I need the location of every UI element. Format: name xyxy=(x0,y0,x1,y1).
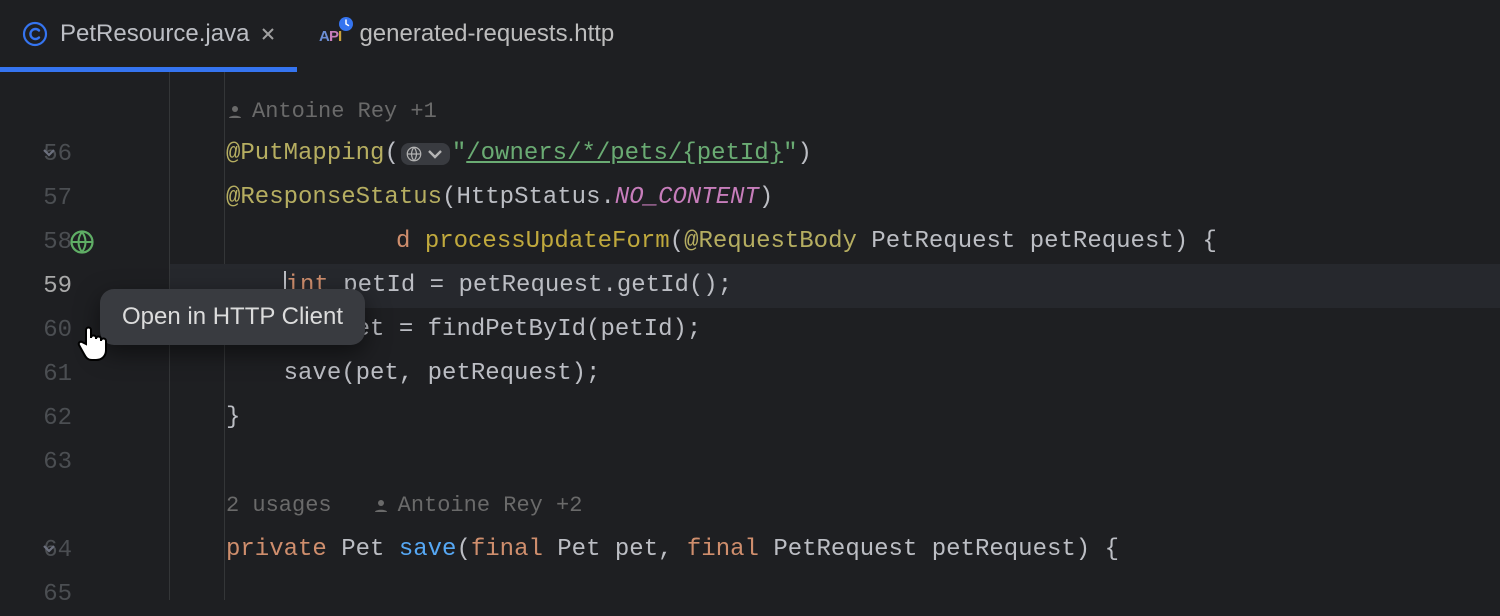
line-number: 64 xyxy=(0,537,72,564)
api-icon: A P I xyxy=(319,21,347,47)
usages-author-inlay[interactable]: 2 usages Antoine Rey +2 xyxy=(226,484,1500,528)
http-run-gutter-icon[interactable] xyxy=(70,230,94,254)
author-label: Antoine Rey +1 xyxy=(252,90,437,134)
author-label: Antoine Rey +2 xyxy=(398,484,583,528)
tab-generated-requests[interactable]: A P I generated-requests.http xyxy=(297,0,636,72)
line-number: 57 xyxy=(0,185,72,212)
annotation: @ResponseStatus xyxy=(226,176,442,220)
fold-arrow-icon[interactable] xyxy=(40,539,58,562)
usages-label: 2 usages xyxy=(226,484,332,528)
line-number: 62 xyxy=(0,405,72,432)
gutter-tooltip: Open in HTTP Client xyxy=(100,289,365,345)
line-number: 60 xyxy=(0,317,72,344)
line-number: 61 xyxy=(0,361,72,388)
code-area[interactable]: Antoine Rey +1 @PutMapping("/owners/*/pe… xyxy=(170,72,1500,600)
annotation: @PutMapping xyxy=(226,132,384,176)
url-path[interactable]: /owners/*/pets/{petId} xyxy=(466,132,783,176)
line-number: 63 xyxy=(0,449,72,476)
tab-petresource[interactable]: PetResource.java xyxy=(0,0,297,72)
line-number: 59 xyxy=(0,273,72,300)
code-editor: 56 57 58 59 60 61 62 63 64 65 xyxy=(0,72,1500,600)
url-mapping-gutter-icon[interactable] xyxy=(401,143,450,165)
line-number: 56 xyxy=(0,141,72,168)
line-number: 58 xyxy=(0,229,72,256)
class-icon xyxy=(22,21,48,47)
line-number: 65 xyxy=(0,581,72,608)
method-name: save xyxy=(399,528,457,572)
author-inlay[interactable]: Antoine Rey +1 xyxy=(226,90,1500,134)
fold-arrow-icon[interactable] xyxy=(40,143,58,166)
close-icon[interactable] xyxy=(261,20,275,48)
tab-label: PetResource.java xyxy=(60,20,249,48)
editor-tabs: PetResource.java A P I generated-request… xyxy=(0,0,1500,72)
method-name: processUpdateForm xyxy=(425,220,670,264)
tab-label: generated-requests.http xyxy=(359,20,614,48)
